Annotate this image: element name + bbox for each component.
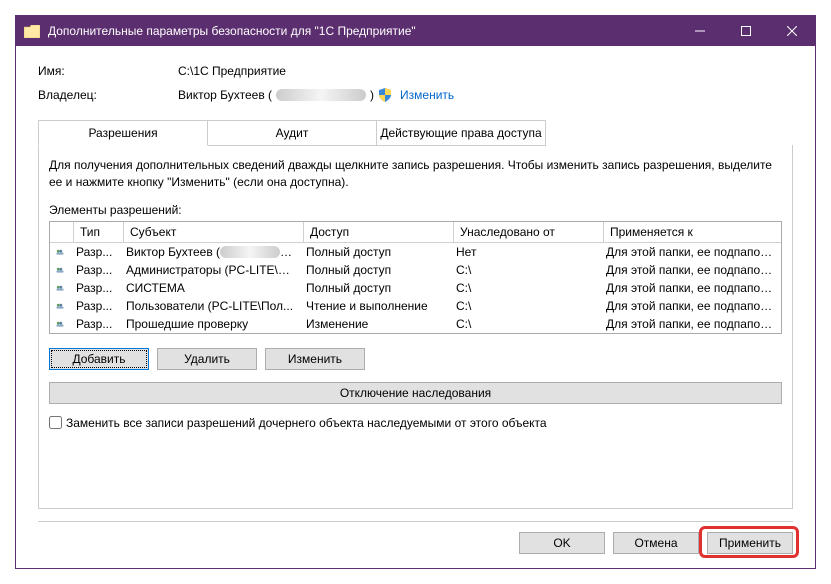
cell-type: Разр... [70,280,120,296]
table-row[interactable]: Разр...СИСТЕМАПолный доступC:\Для этой п… [50,279,781,297]
table-header: Тип Субъект Доступ Унаследовано от Приме… [50,222,781,243]
cell-applies: Для этой папки, ее подпапок ... [600,244,781,260]
table-label: Элементы разрешений: [49,203,782,217]
cell-applies: Для этой папки, ее подпапок ... [600,262,781,278]
col-applies[interactable]: Применяется к [604,222,781,242]
maximize-button[interactable] [723,16,769,46]
cell-type: Разр... [70,316,120,332]
col-inherited[interactable]: Унаследовано от [454,222,604,242]
owner-row: Владелец: Виктор Бухтеев ( ) Изменить [38,88,793,102]
shield-icon [378,88,392,102]
cell-subject: Прошедшие проверку [120,316,300,332]
col-subject[interactable]: Субъект [124,222,304,242]
bottom-bar: OK Отмена Применить [38,521,793,554]
table-row[interactable]: Разр...Пользователи (PC-LITE\Пол...Чтени… [50,297,781,315]
replace-check-label: Заменить все записи разрешений дочернего… [66,416,547,430]
replace-check-row[interactable]: Заменить все записи разрешений дочернего… [49,416,782,430]
group-icon [50,298,70,314]
ok-button[interactable]: OK [519,532,605,554]
table-row[interactable]: Разр...Прошедшие проверкуИзменениеC:\Для… [50,315,781,333]
cell-type: Разр... [70,244,120,260]
cell-inherited: C:\ [450,280,600,296]
change-owner-link[interactable]: Изменить [400,88,454,102]
owner-label: Владелец: [38,88,178,102]
cell-access: Полный доступ [300,280,450,296]
cell-inherited: Нет [450,244,600,260]
titlebar[interactable]: Дополнительные параметры безопасности дл… [16,16,815,46]
name-label: Имя: [38,64,178,78]
dialog-content: Имя: C:\1C Предприятие Владелец: Виктор … [16,46,815,568]
cell-subject: Администраторы (PC-LITE\А... [120,262,300,278]
window-controls [677,16,815,46]
permissions-panel: Для получения дополнительных сведений дв… [38,145,793,509]
cell-applies: Для этой папки, ее подпапок ... [600,280,781,296]
tab-effective[interactable]: Действующие права доступа [376,120,546,146]
col-access[interactable]: Доступ [304,222,454,242]
tabs: Разрешения Аудит Действующие права досту… [38,120,793,146]
cell-access: Полный доступ [300,262,450,278]
cell-applies: Для этой папки, ее подпапок ... [600,298,781,314]
owner-redacted [276,89,366,101]
minimize-button[interactable] [677,16,723,46]
edit-button[interactable]: Изменить [265,348,365,370]
cell-type: Разр... [70,262,120,278]
name-row: Имя: C:\1C Предприятие [38,64,793,78]
table-row[interactable]: Разр...Виктор Бухтеев ()...Полный доступ… [50,243,781,261]
col-type[interactable]: Тип [74,222,124,242]
cell-subject: Виктор Бухтеев ()... [120,244,300,260]
table-body: Разр...Виктор Бухтеев ()...Полный доступ… [50,243,781,333]
cell-type: Разр... [70,298,120,314]
cell-access: Полный доступ [300,244,450,260]
cancel-button[interactable]: Отмена [613,532,699,554]
cell-inherited: C:\ [450,298,600,314]
cell-access: Чтение и выполнение [300,298,450,314]
security-dialog: Дополнительные параметры безопасности дл… [15,15,816,569]
permissions-table: Тип Субъект Доступ Унаследовано от Приме… [49,221,782,334]
disable-inheritance-button[interactable]: Отключение наследования [49,382,782,404]
group-icon [50,244,70,260]
replace-checkbox[interactable] [49,416,62,429]
group-icon [50,262,70,278]
cell-access: Изменение [300,316,450,332]
action-buttons: Добавить Удалить Изменить [49,348,782,370]
tab-permissions[interactable]: Разрешения [38,120,208,146]
apply-button[interactable]: Применить [707,532,793,554]
col-icon[interactable] [50,222,74,242]
inherit-row: Отключение наследования [49,382,782,404]
close-button[interactable] [769,16,815,46]
add-button[interactable]: Добавить [49,348,149,370]
folder-icon [24,25,40,38]
table-row[interactable]: Разр...Администраторы (PC-LITE\А...Полны… [50,261,781,279]
tab-audit[interactable]: Аудит [207,120,377,146]
cell-inherited: C:\ [450,262,600,278]
owner-value: Виктор Бухтеев ( ) Изменить [178,88,454,102]
remove-button[interactable]: Удалить [157,348,257,370]
cell-inherited: C:\ [450,316,600,332]
group-icon [50,280,70,296]
hint-text: Для получения дополнительных сведений дв… [49,157,782,191]
cell-applies: Для этой папки, ее подпапок ... [600,316,781,332]
cell-subject: СИСТЕМА [120,280,300,296]
group-icon [50,316,70,332]
name-value: C:\1C Предприятие [178,64,286,78]
cell-subject: Пользователи (PC-LITE\Пол... [120,298,300,314]
window-title: Дополнительные параметры безопасности дл… [48,24,677,38]
